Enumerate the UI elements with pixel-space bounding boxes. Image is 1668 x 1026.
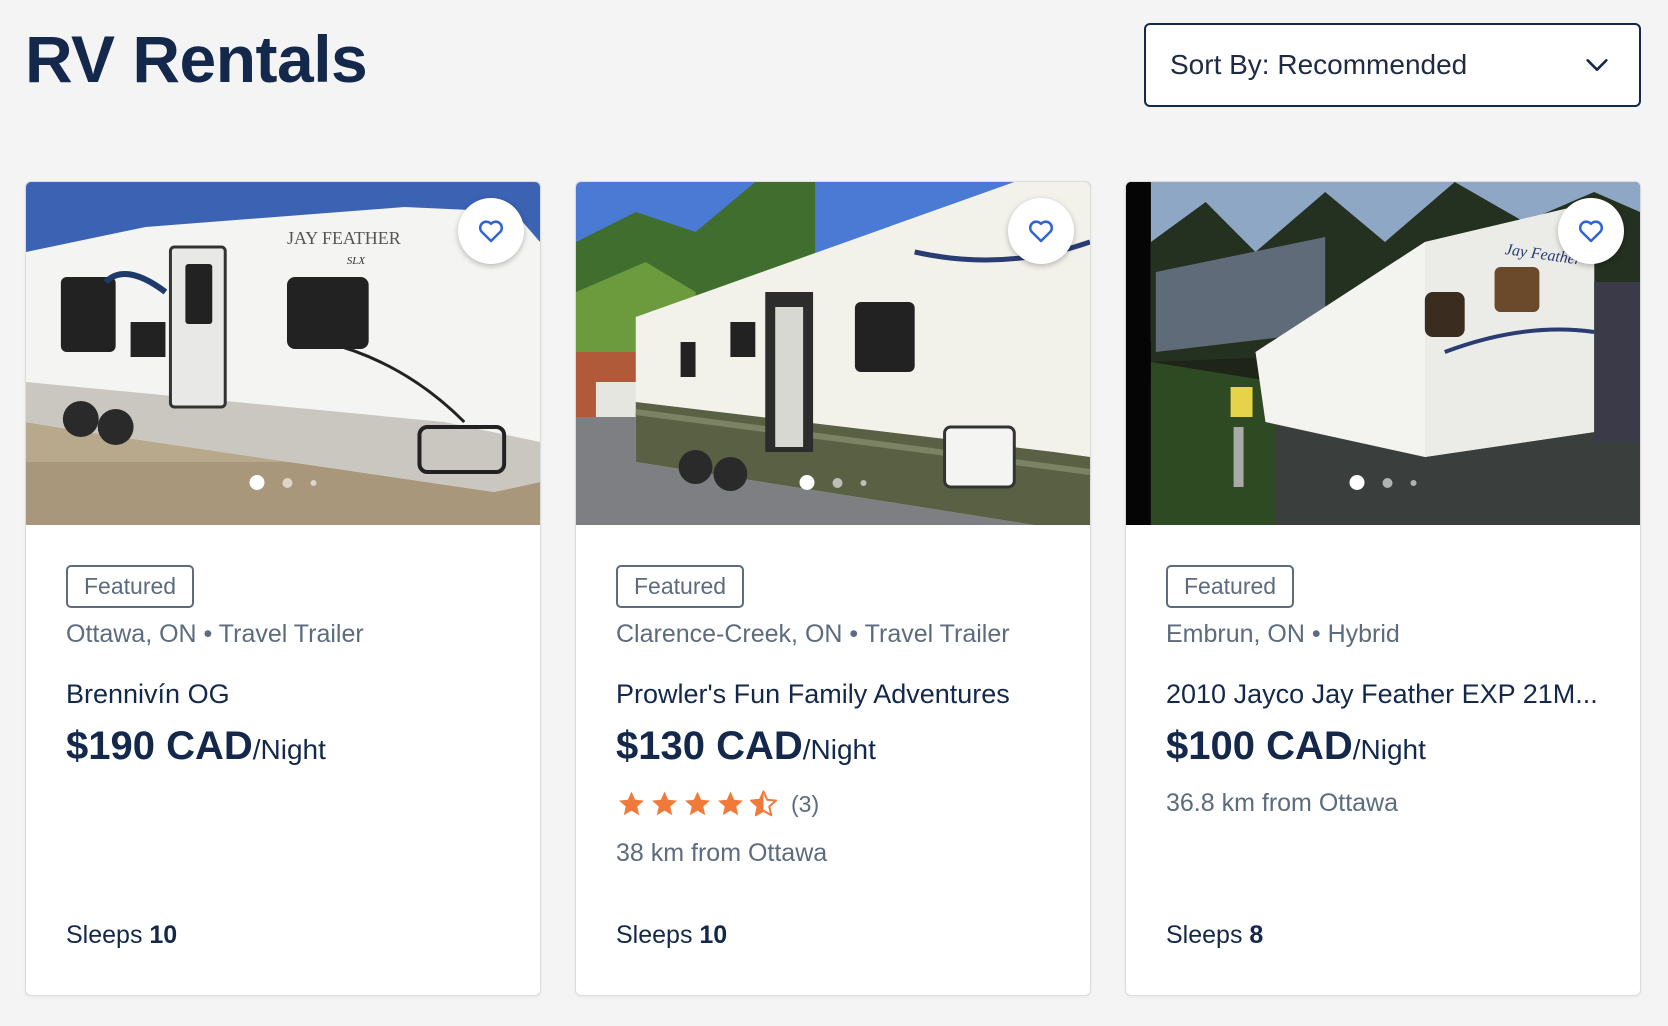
sleeps-label: Sleeps [1166, 921, 1243, 949]
listing-card[interactable]: JAY FEATHER SLX Featured Ottawa, ON • Tr… [25, 181, 541, 996]
listing-price: $190 CAD/Night [66, 724, 500, 769]
rv-photo-model-text: SLX [347, 255, 367, 267]
listing-grid: JAY FEATHER SLX Featured Ottawa, ON • Tr… [25, 181, 1641, 996]
listing-photo[interactable] [576, 182, 1090, 525]
sort-dropdown[interactable]: Sort By: Recommended [1144, 23, 1641, 107]
heart-icon [1028, 220, 1054, 243]
half-star-icon [750, 790, 777, 817]
photo-carousel-dots [1349, 475, 1417, 490]
listing-price: $130 CAD/Night [616, 724, 1050, 769]
listing-photo[interactable]: JAY FEATHER SLX [26, 182, 540, 525]
listing-title[interactable]: Prowler's Fun Family Adventures [616, 679, 1050, 710]
sleeps-label: Sleeps [616, 921, 693, 949]
rv-photo-brand-text: JAY FEATHER [287, 228, 401, 248]
chevron-down-icon [1586, 59, 1608, 71]
carousel-dot[interactable] [799, 475, 815, 490]
listing-location-type: Clarence-Creek, ON • Travel Trailer [616, 620, 1010, 648]
listing-details: Featured Ottawa, ON • Travel Trailer Bre… [26, 525, 540, 995]
listing-sleeps: Sleeps 10 [66, 921, 177, 950]
sleeps-count: 8 [1249, 921, 1264, 949]
price-amount: $100 CAD [1166, 724, 1353, 768]
price-unit: /Night [252, 734, 326, 765]
listing-location-type: Ottawa, ON • Travel Trailer [66, 620, 364, 648]
featured-badge: Featured [66, 565, 195, 608]
heart-icon [478, 220, 504, 243]
carousel-dot[interactable] [282, 477, 293, 488]
page-title: RV Rentals [25, 22, 368, 96]
listing-details: Featured Embrun, ON • Hybrid 2010 Jayco … [1126, 525, 1640, 995]
sleeps-count: 10 [699, 921, 728, 949]
listing-card[interactable]: Jay Feather Featured Embrun, ON • Hybrid… [1125, 181, 1641, 996]
carousel-dot[interactable] [1382, 477, 1393, 488]
featured-badge: Featured [616, 565, 745, 608]
price-unit: /Night [1352, 734, 1426, 765]
star-rating: (3) [616, 789, 1050, 819]
listing-card[interactable]: Featured Clarence-Creek, ON • Travel Tra… [575, 181, 1091, 996]
sleeps-count: 10 [149, 921, 178, 949]
carousel-dot[interactable] [832, 477, 843, 488]
star-icon [652, 791, 677, 816]
listing-title[interactable]: Brennivín OG [66, 679, 500, 710]
carousel-dot[interactable] [310, 479, 317, 486]
listing-title[interactable]: 2010 Jayco Jay Feather EXP 21M... [1166, 679, 1600, 710]
photo-carousel-dots [799, 475, 867, 490]
star-icon [619, 791, 644, 816]
sort-dropdown-label: Sort By: Recommended [1170, 49, 1468, 80]
favorite-button[interactable] [1558, 198, 1624, 264]
sleeps-label: Sleeps [66, 921, 143, 949]
heart-icon [1578, 220, 1604, 243]
listing-details: Featured Clarence-Creek, ON • Travel Tra… [576, 525, 1090, 995]
listing-price: $100 CAD/Night [1166, 724, 1600, 769]
listing-distance: 38 km from Ottawa [616, 839, 828, 867]
star-icon [718, 791, 743, 816]
carousel-dot[interactable] [1410, 479, 1417, 486]
carousel-dot[interactable] [249, 475, 265, 490]
featured-badge: Featured [1166, 565, 1295, 608]
listing-sleeps: Sleeps 8 [1166, 921, 1263, 950]
price-unit: /Night [802, 734, 876, 765]
listing-location-type: Embrun, ON • Hybrid [1166, 620, 1400, 648]
listing-photo[interactable]: Jay Feather [1126, 182, 1640, 525]
carousel-dot[interactable] [1349, 475, 1365, 490]
listing-distance: 36.8 km from Ottawa [1166, 789, 1399, 817]
star-icon [685, 791, 710, 816]
price-amount: $130 CAD [616, 724, 803, 768]
rating-count: (3) [791, 790, 820, 817]
favorite-button[interactable] [1008, 198, 1074, 264]
listing-sleeps: Sleeps 10 [616, 921, 727, 950]
favorite-button[interactable] [458, 198, 524, 264]
carousel-dot[interactable] [860, 479, 867, 486]
photo-carousel-dots [249, 475, 317, 490]
price-amount: $190 CAD [66, 724, 253, 768]
